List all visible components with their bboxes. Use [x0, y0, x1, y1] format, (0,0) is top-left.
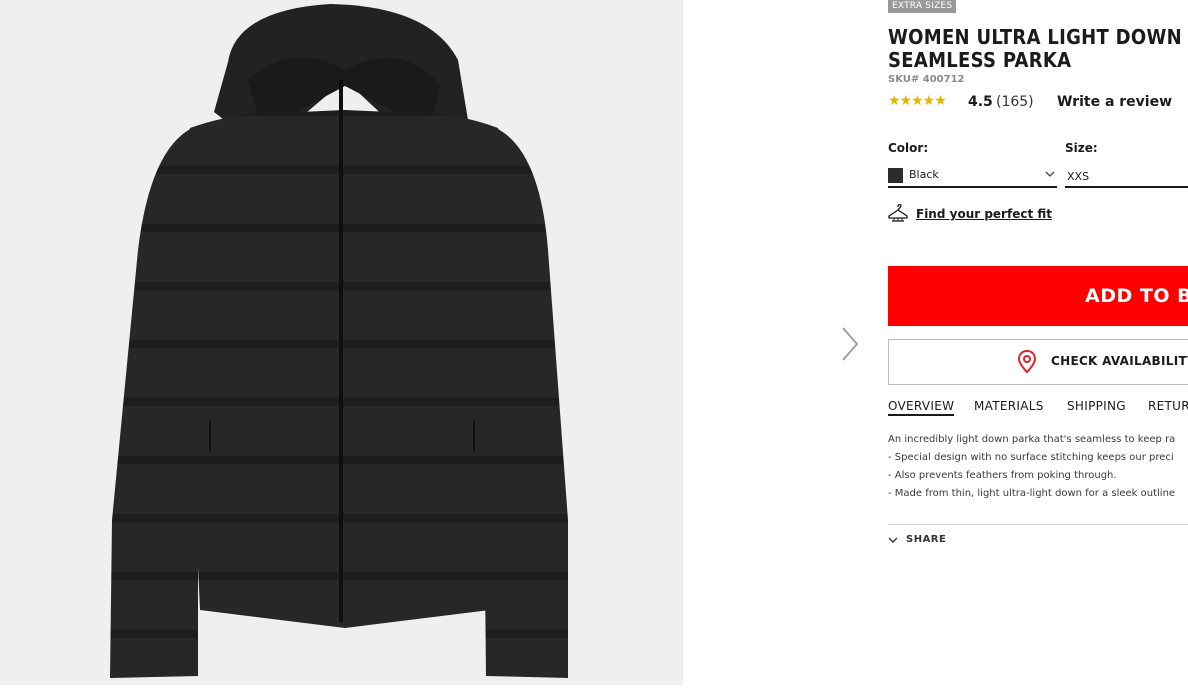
find-fit-label: Find your perfect fit — [916, 207, 1052, 221]
product-sku: SKU# 400712 — [888, 74, 965, 85]
next-image-button[interactable] — [834, 324, 866, 364]
product-info-panel: EXTRA SIZES WOMEN ULTRA LIGHT DOWN SEAML… — [888, 0, 1188, 698]
location-pin-icon — [1017, 350, 1037, 374]
color-label: Color: — [888, 141, 929, 155]
product-title: WOMEN ULTRA LIGHT DOWN SEAMLESS PARKA — [888, 26, 1188, 72]
tab-materials[interactable]: MATERIALS — [974, 399, 1044, 413]
add-to-bag-label: ADD TO BA — [1085, 285, 1188, 307]
divider — [888, 524, 1188, 525]
size-label: Size: — [1065, 141, 1098, 155]
tab-shipping[interactable]: SHIPPING — [1067, 399, 1126, 413]
tab-overview[interactable]: OVERVIEW — [888, 399, 955, 416]
write-review-link[interactable]: Write a review — [1057, 94, 1172, 110]
color-value: Black — [909, 168, 939, 181]
extra-sizes-badge: EXTRA SIZES — [888, 0, 957, 13]
check-availability-label: CHECK AVAILABILITY — [1051, 354, 1188, 368]
size-select[interactable]: XXS — [1065, 164, 1188, 188]
share-label: SHARE — [906, 534, 947, 545]
description-line: An incredibly light down parka that's se… — [888, 434, 1176, 445]
add-to-bag-button[interactable]: ADD TO BA — [888, 266, 1188, 326]
color-select[interactable]: Black — [888, 164, 1057, 188]
review-count: (165) — [996, 94, 1034, 110]
description-line: - Also prevents feathers from poking thr… — [888, 470, 1117, 481]
rating-value: 4.5 — [968, 94, 993, 110]
product-title-line1: WOMEN ULTRA LIGHT DOWN — [888, 25, 1183, 49]
find-fit-link[interactable]: Find your perfect fit — [888, 203, 1052, 225]
chevron-down-icon — [1045, 171, 1055, 177]
tab-returns[interactable]: RETUR — [1148, 399, 1188, 413]
product-image — [110, 4, 568, 678]
product-image-gallery — [0, 0, 683, 685]
chevron-right-icon — [842, 327, 859, 361]
product-description: An incredibly light down parka that's se… — [888, 431, 1188, 503]
hanger-icon — [888, 203, 908, 222]
color-swatch — [888, 168, 903, 183]
chevron-down-icon — [888, 537, 898, 543]
product-title-line2: SEAMLESS PARKA — [888, 48, 1072, 72]
size-value: XXS — [1067, 170, 1090, 183]
description-line: - Special design with no surface stitchi… — [888, 452, 1174, 463]
description-line: - Made from thin, light ultra-light down… — [888, 488, 1176, 499]
star-rating-icon: ★★★★★ — [888, 93, 947, 109]
check-availability-button[interactable]: CHECK AVAILABILITY — [888, 339, 1188, 385]
